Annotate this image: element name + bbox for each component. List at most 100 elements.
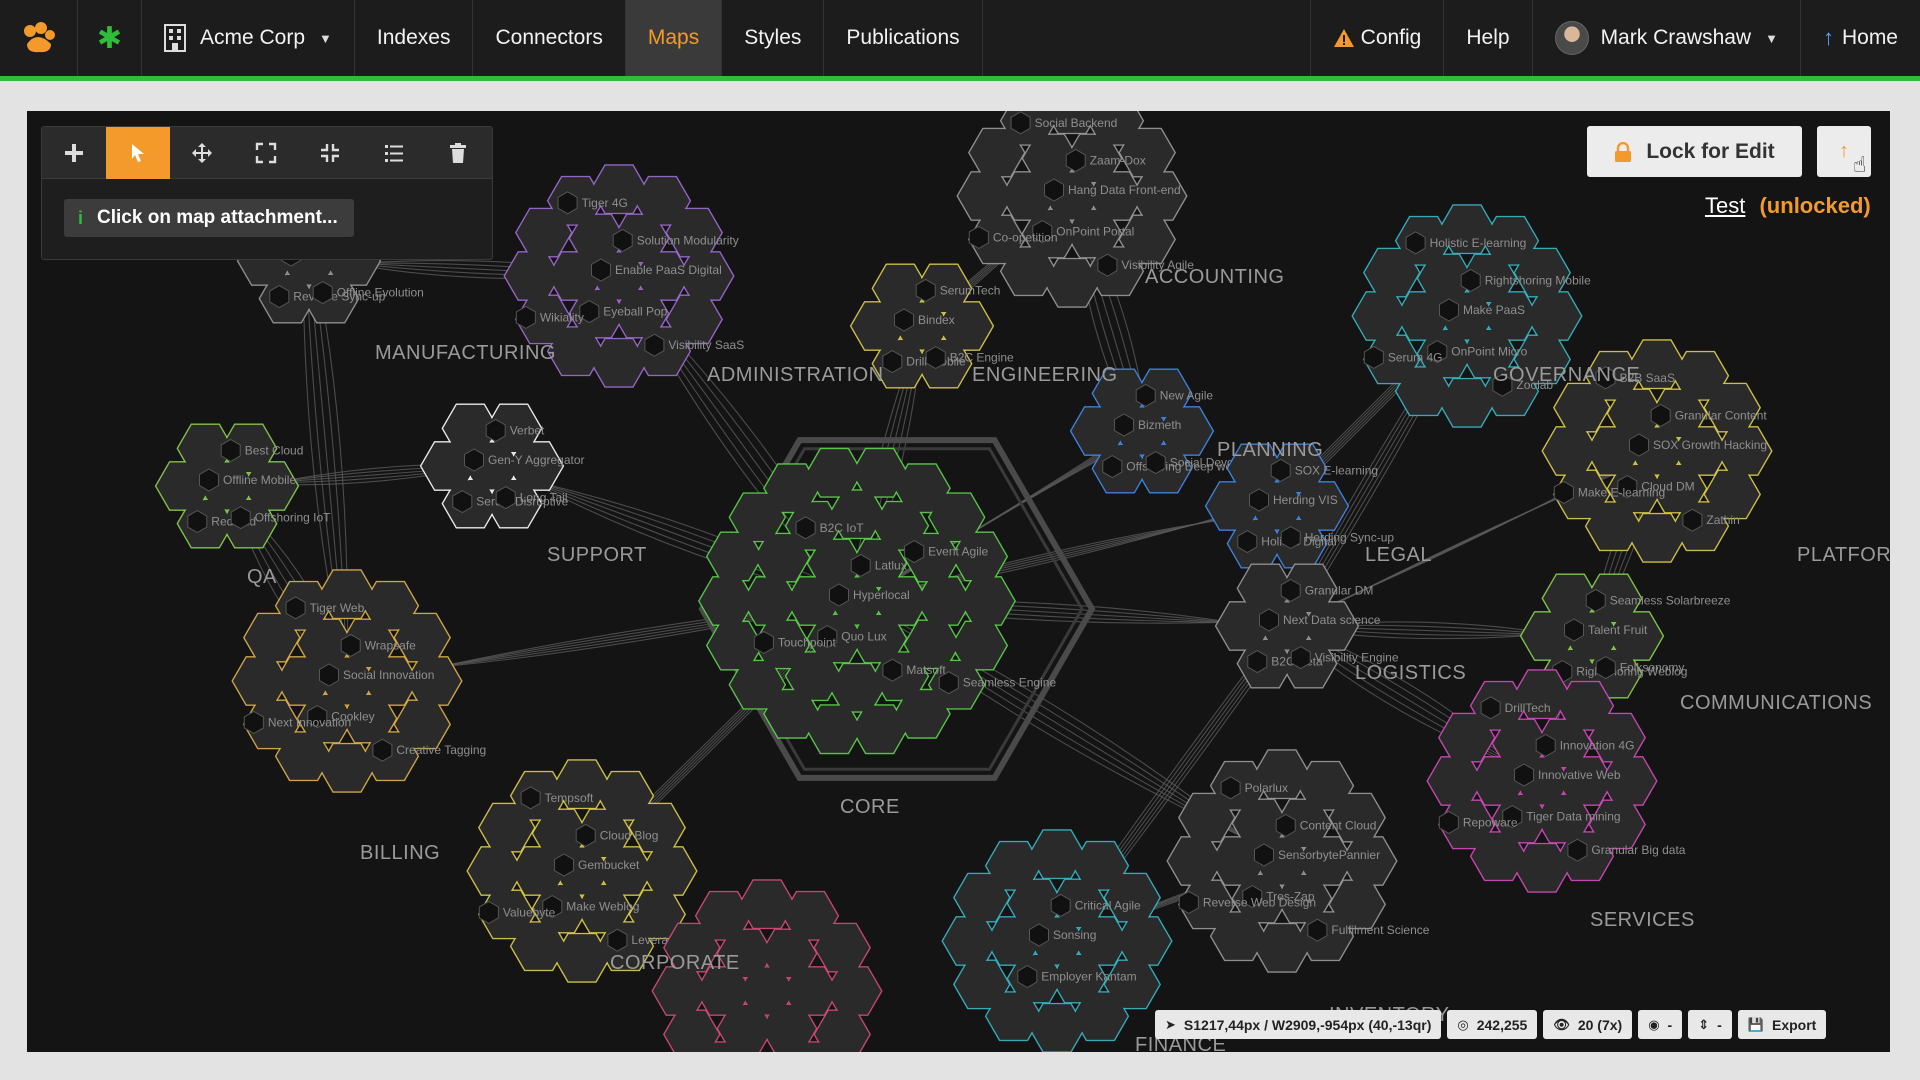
map-node-icon[interactable] xyxy=(1259,608,1279,632)
map-node-icon[interactable] xyxy=(882,658,903,682)
map-node-icon[interactable] xyxy=(1480,696,1501,720)
list-icon[interactable] xyxy=(362,127,426,179)
map-node-icon[interactable] xyxy=(1650,403,1671,427)
map-node-icon[interactable] xyxy=(1307,918,1328,942)
map-node-icon[interactable] xyxy=(612,228,633,252)
map-node-icon[interactable] xyxy=(1438,810,1459,834)
map-node-icon[interactable] xyxy=(894,308,914,332)
map-cluster[interactable]: Sonsing Employer Kantam Critical Agile xyxy=(941,829,1173,1052)
map-node-icon[interactable] xyxy=(1270,458,1291,482)
map-node-icon[interactable] xyxy=(1290,646,1311,670)
map-node-icon[interactable] xyxy=(1097,253,1118,277)
map-node-icon[interactable] xyxy=(187,510,208,534)
map-node-icon[interactable] xyxy=(1135,383,1156,407)
map-node-icon[interactable] xyxy=(607,928,628,952)
map-node-icon[interactable] xyxy=(557,191,578,215)
config-link[interactable]: Config xyxy=(1311,0,1445,76)
tab-connectors[interactable]: Connectors xyxy=(473,0,626,76)
map-node-icon[interactable] xyxy=(319,663,339,687)
map-cluster[interactable]: Hyperlocal Quo Lux Latlux Matsoft Touchpoint… xyxy=(697,447,1057,755)
compass-chip[interactable]: ◉ - xyxy=(1638,1010,1683,1039)
map-node-icon[interactable] xyxy=(938,671,959,695)
map-node-icon[interactable] xyxy=(1029,923,1049,947)
map-node-icon[interactable] xyxy=(1595,656,1616,680)
tab-publications[interactable]: Publications xyxy=(824,0,983,76)
map-node-icon[interactable] xyxy=(485,418,506,442)
map-node-icon[interactable] xyxy=(1050,893,1071,917)
map-node-icon[interactable] xyxy=(644,333,665,357)
map-node-icon[interactable] xyxy=(520,786,541,810)
map-node-icon[interactable] xyxy=(269,285,290,309)
map-node-icon[interactable] xyxy=(1629,433,1649,457)
map-node-icon[interactable] xyxy=(882,350,903,374)
select-pointer-icon[interactable] xyxy=(106,127,170,179)
export-button[interactable]: 💾 Export xyxy=(1737,1010,1827,1039)
user-menu[interactable]: Mark Crawshaw ▼ xyxy=(1533,0,1801,76)
map-node-icon[interactable] xyxy=(1514,763,1534,787)
map-cluster[interactable]: Offline MobileRedholdBest CloudOffshorin… xyxy=(154,423,332,549)
org-selector[interactable]: Acme Corp ▼ xyxy=(142,0,355,76)
map-node-icon[interactable] xyxy=(829,583,849,607)
map-node-icon[interactable] xyxy=(1280,526,1301,550)
map-node-icon[interactable] xyxy=(1280,578,1301,602)
map-node-icon[interactable] xyxy=(1363,345,1384,369)
map-node-icon[interactable] xyxy=(243,710,264,734)
map-node-icon[interactable] xyxy=(1237,530,1258,554)
map-node-icon[interactable] xyxy=(1275,813,1296,837)
center-chip[interactable]: ◎ 242,255 xyxy=(1447,1010,1538,1039)
map-node-icon[interactable] xyxy=(372,738,393,762)
map-node-icon[interactable] xyxy=(1439,298,1459,322)
map-cluster[interactable]: SensorbytePannierTres-ZapContent CloudFu… xyxy=(1166,749,1430,973)
tab-indexes[interactable]: Indexes xyxy=(355,0,474,76)
map-node-icon[interactable] xyxy=(1405,231,1426,255)
map-node-icon[interactable] xyxy=(312,281,333,305)
help-link[interactable]: Help xyxy=(1444,0,1533,76)
map-node-icon[interactable] xyxy=(1044,178,1064,202)
home-link[interactable]: ↑ Home xyxy=(1801,0,1920,76)
map-node-icon[interactable] xyxy=(199,468,219,492)
map-node-icon[interactable] xyxy=(1254,843,1274,867)
tab-maps[interactable]: Maps xyxy=(625,0,723,76)
map-node-icon[interactable] xyxy=(452,490,473,514)
map-node-icon[interactable] xyxy=(1247,650,1268,674)
map-node-icon[interactable] xyxy=(1567,838,1588,862)
map-node-icon[interactable] xyxy=(478,900,499,924)
map-node-icon[interactable] xyxy=(915,278,936,302)
map-node-icon[interactable] xyxy=(554,853,574,877)
tab-styles[interactable]: Styles xyxy=(722,0,825,76)
map-node-icon[interactable] xyxy=(1535,733,1556,757)
fit-compress-icon[interactable] xyxy=(298,127,362,179)
map-node-icon[interactable] xyxy=(1010,111,1031,135)
map-node-icon[interactable] xyxy=(285,596,306,620)
map-node-icon[interactable] xyxy=(1017,965,1038,989)
map-node-icon[interactable] xyxy=(340,633,361,657)
map-node-icon[interactable] xyxy=(575,823,596,847)
map-node-icon[interactable] xyxy=(464,448,484,472)
map-node-icon[interactable] xyxy=(230,506,251,530)
move-arrows-icon[interactable] xyxy=(170,127,234,179)
map-node-icon[interactable] xyxy=(1114,413,1134,437)
map-node-icon[interactable] xyxy=(753,630,774,654)
cursor-position-chip[interactable]: ➤ S1217,44px / W2909,-954px (40,-13qr) xyxy=(1155,1010,1442,1039)
fullscreen-icon[interactable] xyxy=(234,127,298,179)
map-node-icon[interactable] xyxy=(1145,451,1166,475)
map-node-icon[interactable] xyxy=(591,258,611,282)
add-tool-icon[interactable] xyxy=(42,127,106,179)
map-node-icon[interactable] xyxy=(1178,890,1199,914)
map-node-icon[interactable] xyxy=(1682,508,1703,532)
map-cluster[interactable]: Gen-Y AggregatorSerum DisruptiveVerbetLo… xyxy=(419,403,585,529)
map-node-icon[interactable] xyxy=(1585,588,1606,612)
map-cluster[interactable]: Social InnovationCookleyWrapsafeCreative… xyxy=(231,569,486,793)
map-node-icon[interactable] xyxy=(1564,618,1584,642)
lock-for-edit-button[interactable]: Lock for Edit xyxy=(1587,126,1802,177)
favorites-star-icon[interactable]: ✱ xyxy=(78,0,142,76)
map-node-icon[interactable] xyxy=(925,346,946,370)
map-node-icon[interactable] xyxy=(1220,776,1241,800)
map-node-icon[interactable] xyxy=(515,305,536,329)
map-node-icon[interactable] xyxy=(968,225,989,249)
map-node-icon[interactable] xyxy=(795,516,816,540)
map-node-icon[interactable] xyxy=(1102,455,1123,479)
map-node-icon[interactable] xyxy=(1460,268,1481,292)
trash-icon[interactable] xyxy=(426,127,490,179)
map-cluster[interactable]: Make PaaS OnPoint Micro Rightshoring Mobil… xyxy=(1351,204,1591,428)
